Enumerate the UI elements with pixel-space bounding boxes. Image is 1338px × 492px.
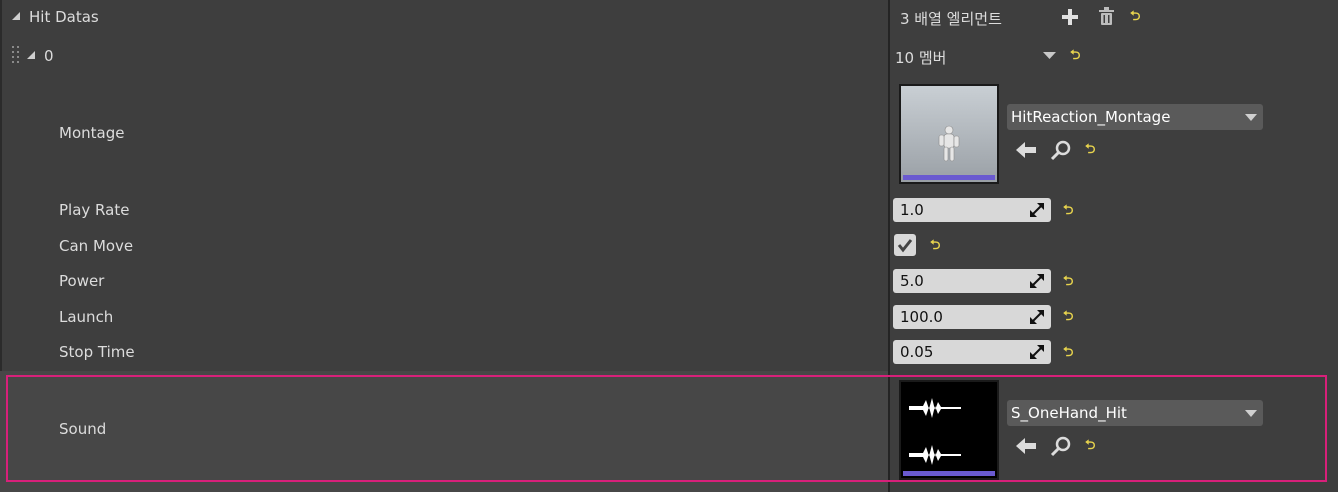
chevron-down-icon xyxy=(1245,114,1257,121)
add-icon[interactable] xyxy=(1061,8,1079,26)
member-count: 10 멤버 xyxy=(895,49,947,67)
reset-arrow-icon[interactable]: ⮌ xyxy=(1063,272,1073,294)
reset-arrow-icon[interactable]: ⮌ xyxy=(1130,7,1140,29)
launch-label: Launch xyxy=(59,308,114,326)
sound-highlight-box xyxy=(6,375,1327,482)
play-rate-field[interactable]: 1.0 xyxy=(893,198,1051,222)
stop-time-value: 0.05 xyxy=(900,343,934,361)
element-index: 0 xyxy=(44,47,54,65)
search-icon[interactable] xyxy=(1050,139,1072,161)
montage-asset-combo[interactable]: HitReaction_Montage xyxy=(1007,104,1263,130)
thumbnail-bar xyxy=(903,175,995,180)
browse-arrow-icon[interactable] xyxy=(1015,140,1037,160)
collapse-triangle-icon[interactable] xyxy=(26,50,36,60)
reset-arrow-icon[interactable]: ⮌ xyxy=(1070,46,1080,68)
launch-field[interactable]: 100.0 xyxy=(893,305,1051,329)
drag-handle-icon[interactable] xyxy=(12,45,20,67)
launch-value: 100.0 xyxy=(900,308,943,326)
can-move-label: Can Move xyxy=(59,237,134,255)
collapse-triangle-icon[interactable] xyxy=(11,11,21,21)
montage-thumbnail[interactable] xyxy=(899,84,999,184)
play-rate-label: Play Rate xyxy=(59,201,130,219)
stop-time-label: Stop Time xyxy=(59,343,135,361)
trash-icon[interactable] xyxy=(1098,7,1115,26)
power-label: Power xyxy=(59,272,105,290)
array-count: 3 배열 엘리먼트 xyxy=(900,10,1002,28)
checkmark-icon xyxy=(897,239,913,253)
spin-drag-icon[interactable] xyxy=(1030,203,1044,217)
chevron-down-icon[interactable] xyxy=(1043,52,1056,60)
character-preview-icon xyxy=(938,125,960,162)
reset-arrow-icon[interactable]: ⮌ xyxy=(930,236,940,258)
spin-drag-icon[interactable] xyxy=(1030,274,1044,288)
reset-arrow-icon[interactable]: ⮌ xyxy=(1063,307,1073,329)
reset-arrow-icon[interactable]: ⮌ xyxy=(1063,201,1073,223)
power-field[interactable]: 5.0 xyxy=(893,269,1051,293)
montage-asset-name: HitReaction_Montage xyxy=(1011,108,1171,126)
reset-arrow-icon[interactable]: ⮌ xyxy=(1063,343,1073,365)
reset-arrow-icon[interactable]: ⮌ xyxy=(1085,140,1095,162)
can-move-checkbox[interactable] xyxy=(894,234,916,256)
hit-datas-label: Hit Datas xyxy=(29,8,99,26)
power-value: 5.0 xyxy=(900,272,924,290)
spin-drag-icon[interactable] xyxy=(1030,345,1044,359)
stop-time-field[interactable]: 0.05 xyxy=(893,340,1051,364)
montage-label: Montage xyxy=(59,124,125,142)
spin-drag-icon[interactable] xyxy=(1030,310,1044,324)
play-rate-value: 1.0 xyxy=(900,201,924,219)
